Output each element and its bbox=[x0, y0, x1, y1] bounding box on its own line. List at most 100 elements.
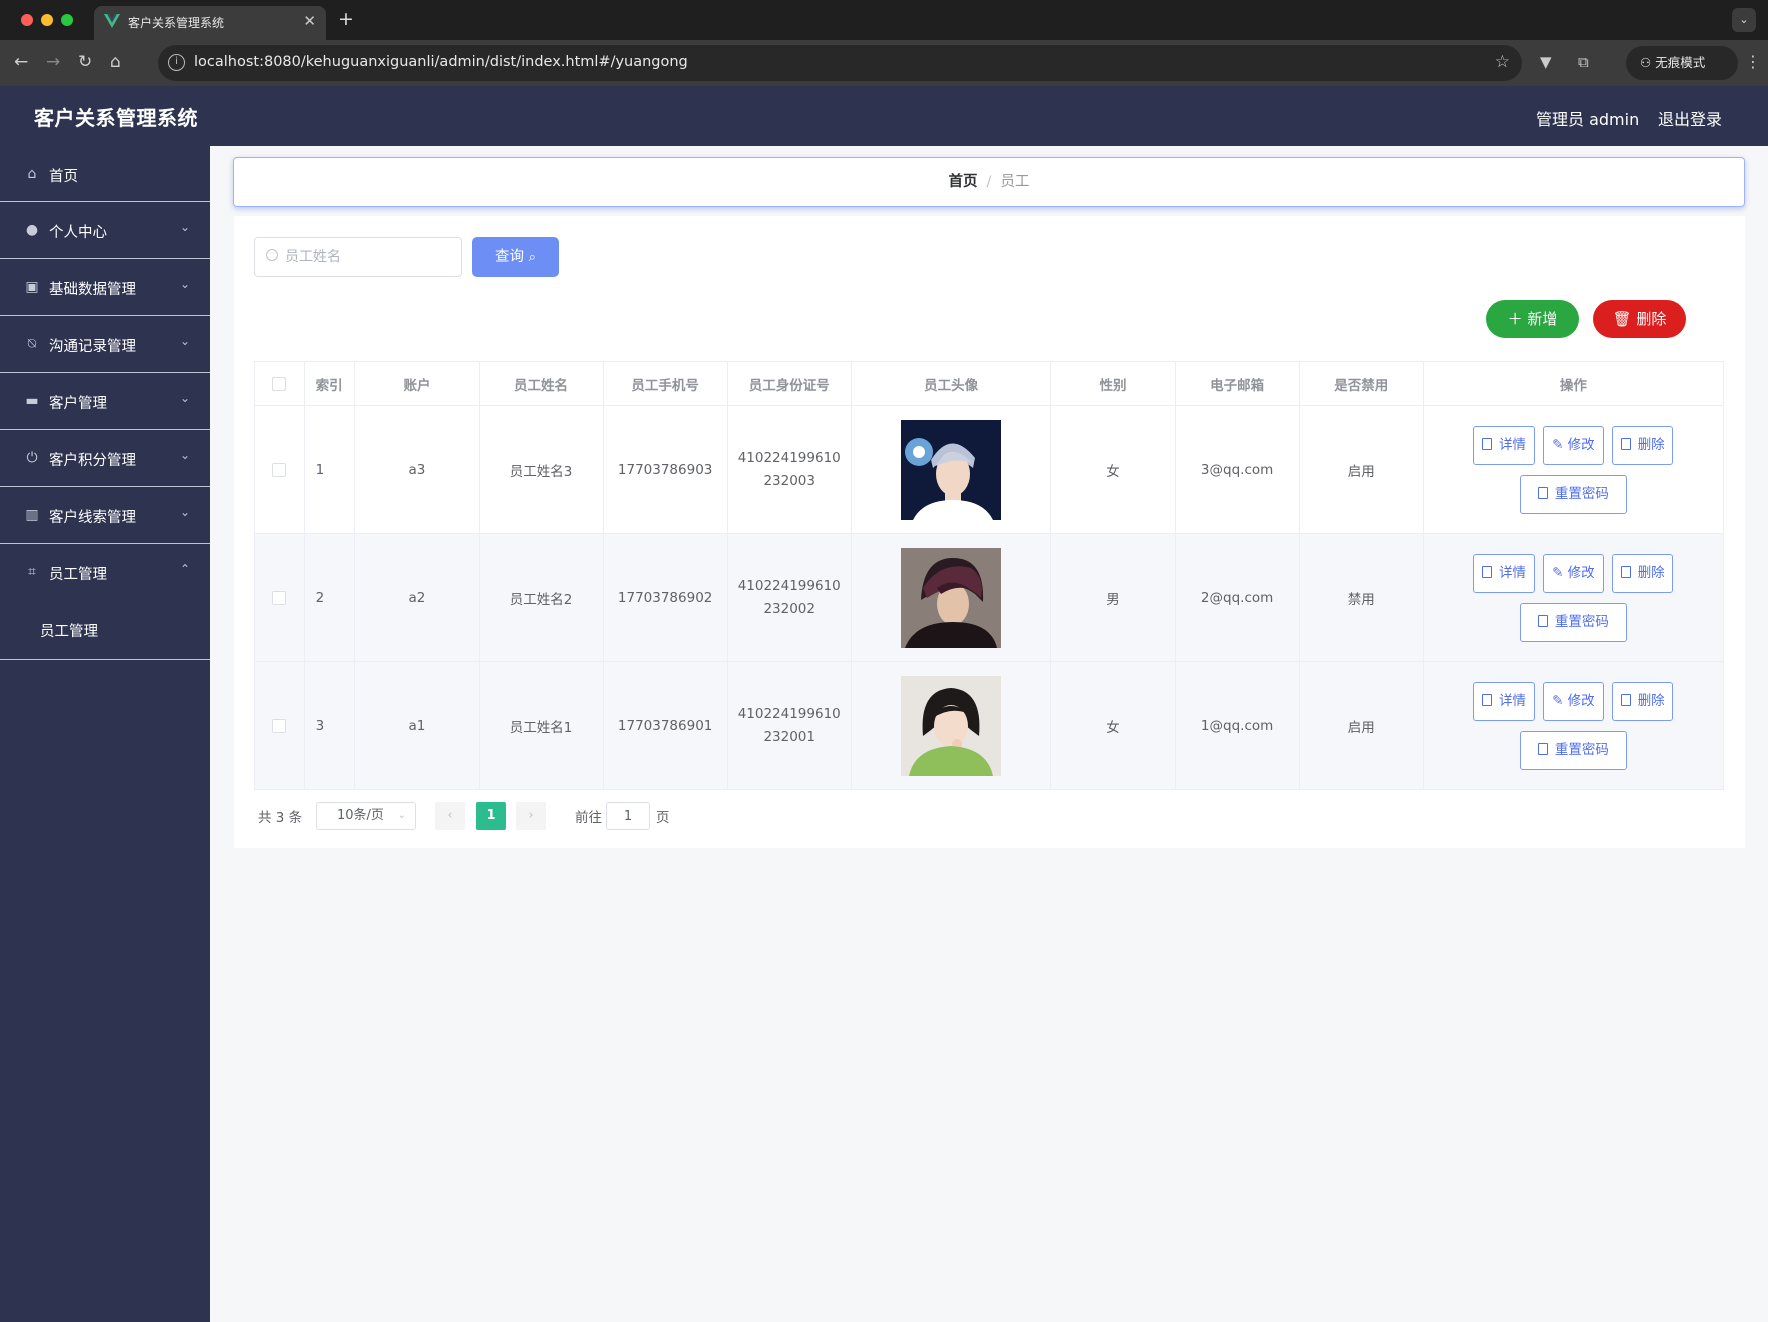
reset-password-button[interactable]: 重置密码 bbox=[1519, 474, 1627, 514]
tab-search-icon[interactable]: ⌄ bbox=[1732, 8, 1756, 32]
delete-button[interactable]: 删除 bbox=[1612, 553, 1674, 593]
sidebar-item-home[interactable]: ⌂ 首页 bbox=[0, 146, 210, 202]
staff-table: 索引 账户 员工姓名 员工手机号 员工身份证号 员工头像 性别 电子邮箱 是否禁… bbox=[254, 361, 1725, 790]
url-text[interactable]: localhost:8080/kehuguanxiguanli/admin/di… bbox=[194, 54, 688, 70]
site-info-icon[interactable]: i bbox=[168, 54, 185, 71]
sidebar-item-label: 首页 bbox=[49, 169, 78, 185]
delete-button[interactable]: 删除 bbox=[1612, 681, 1674, 721]
sidebar-item-profile[interactable]: ● 个人中心 ⌄ bbox=[0, 202, 210, 259]
edit-button[interactable]: ✎ 修改 bbox=[1542, 425, 1605, 465]
column-header: 员工手机号 bbox=[602, 361, 728, 406]
document-icon bbox=[1482, 565, 1493, 578]
detail-label: 详情 bbox=[1499, 436, 1527, 453]
home-button-icon[interactable]: ⌂ bbox=[110, 52, 121, 72]
page-size-select[interactable]: 10条/页 ⌄ bbox=[316, 802, 416, 830]
sidebar-item-label: 个人中心 bbox=[49, 225, 107, 241]
submenu-staff: 员工管理 bbox=[0, 601, 210, 660]
sidebar-item-points[interactable]: ⏻ 客户积分管理 ⌄ bbox=[0, 430, 210, 487]
search-field[interactable] bbox=[254, 237, 462, 277]
cell-account: a1 bbox=[354, 661, 480, 790]
table-row: 1 a3 员工姓名3 17703786903 41022419961023200… bbox=[254, 405, 1725, 534]
sidebar-item-label: 员工管理 bbox=[49, 567, 107, 583]
cell-gender: 男 bbox=[1050, 533, 1176, 662]
row-checkbox[interactable] bbox=[272, 462, 287, 477]
breadcrumb-home[interactable]: 首页 bbox=[949, 174, 978, 190]
search-input[interactable] bbox=[285, 238, 455, 276]
window-maximize-button[interactable] bbox=[61, 14, 73, 26]
column-header: 是否禁用 bbox=[1298, 361, 1424, 406]
detail-button[interactable]: 详情 bbox=[1473, 681, 1535, 721]
batch-delete-button[interactable]: 🗑 删除 bbox=[1593, 300, 1686, 338]
id-card-text: 410224199610232002 bbox=[737, 577, 841, 617]
cell-phone: 17703786901 bbox=[602, 661, 728, 790]
column-header: 账户 bbox=[354, 361, 480, 406]
goto-label: 前往 bbox=[575, 810, 602, 826]
cell-gender: 女 bbox=[1050, 405, 1176, 534]
vue-devtools-icon[interactable]: ▼ bbox=[1540, 53, 1552, 71]
add-button[interactable]: ＋ 新增 bbox=[1486, 300, 1579, 338]
window-close-button[interactable] bbox=[21, 14, 33, 26]
delete-button[interactable]: 删除 bbox=[1612, 425, 1674, 465]
detail-button[interactable]: 详情 bbox=[1473, 425, 1535, 465]
reset-password-label: 重置密码 bbox=[1554, 613, 1609, 630]
edit-button[interactable]: ✎ 修改 bbox=[1542, 681, 1605, 721]
sidebar-item-staff[interactable]: ⌗ 员工管理 ⌃ bbox=[0, 544, 210, 601]
next-page-button[interactable]: › bbox=[516, 802, 546, 830]
sidebar-item-base-data[interactable]: ▣ 基础数据管理 ⌄ bbox=[0, 259, 210, 316]
goto-page-suffix: 页 bbox=[656, 810, 670, 826]
sidebar-item-label: 基础数据管理 bbox=[49, 282, 136, 298]
goto-page-input[interactable] bbox=[606, 802, 650, 830]
monitor-icon: ▬ bbox=[25, 393, 39, 409]
tab-close-icon[interactable]: ✕ bbox=[303, 12, 316, 30]
logout-link[interactable]: 退出登录 bbox=[1658, 106, 1722, 130]
chevron-down-icon: ⌄ bbox=[180, 448, 191, 462]
avatar-image bbox=[901, 675, 1002, 776]
forward-icon[interactable]: → bbox=[46, 52, 60, 72]
bookmark-star-icon[interactable]: ☆ bbox=[1495, 52, 1510, 72]
pencil-icon: ✎ bbox=[1552, 564, 1568, 581]
document-icon bbox=[1537, 614, 1548, 627]
new-tab-icon[interactable]: + bbox=[338, 8, 354, 30]
page-number-button[interactable]: 1 bbox=[476, 802, 506, 830]
trash-icon: 🗑 bbox=[1612, 310, 1632, 328]
sidebar-item-label: 沟通记录管理 bbox=[49, 339, 136, 355]
power-icon: ⏻ bbox=[26, 450, 38, 466]
back-icon[interactable]: ← bbox=[14, 52, 28, 72]
detail-button[interactable]: 详情 bbox=[1473, 553, 1535, 593]
row-checkbox[interactable] bbox=[272, 718, 287, 733]
incognito-label: 无痕模式 bbox=[1655, 55, 1706, 70]
detail-label: 详情 bbox=[1499, 692, 1527, 709]
row-checkbox[interactable] bbox=[272, 590, 287, 605]
prev-page-button[interactable]: ‹ bbox=[435, 802, 465, 830]
reset-password-button[interactable]: 重置密码 bbox=[1519, 730, 1627, 770]
id-card-text: 410224199610232003 bbox=[737, 449, 841, 489]
avatar-image bbox=[901, 419, 1002, 520]
sidebar-item-leads[interactable]: ▥ 客户线索管理 ⌄ bbox=[0, 487, 210, 544]
table-header-row: 索引 账户 员工姓名 员工手机号 员工身份证号 员工头像 性别 电子邮箱 是否禁… bbox=[254, 361, 1725, 406]
chevron-right-icon: › bbox=[528, 808, 534, 823]
select-all-checkbox[interactable] bbox=[272, 376, 287, 391]
cell-phone: 17703786903 bbox=[602, 405, 728, 534]
app-header: 客户关系管理系统 管理员 admin 退出登录 bbox=[0, 86, 1768, 146]
cell-phone: 17703786902 bbox=[602, 533, 728, 662]
select-all-cell bbox=[254, 361, 305, 406]
browser-menu-icon[interactable]: ⋮ bbox=[1745, 52, 1761, 71]
sidebar-item-communication[interactable]: ⍉ 沟通记录管理 ⌄ bbox=[0, 316, 210, 373]
address-bar[interactable]: i localhost:8080/kehuguanxiguanli/admin/… bbox=[158, 45, 1522, 81]
query-button[interactable]: 查询 ⌕ bbox=[472, 237, 559, 277]
row-select-cell bbox=[254, 533, 305, 662]
extensions-icon[interactable]: ⧉ bbox=[1578, 53, 1589, 71]
row-select-cell bbox=[254, 405, 305, 534]
browser-tab[interactable]: 客户关系管理系统 ✕ bbox=[94, 6, 326, 40]
cell-id-card: 410224199610232003 bbox=[726, 405, 852, 534]
reset-password-label: 重置密码 bbox=[1554, 741, 1609, 758]
submenu-item-staff-manage[interactable]: 员工管理 bbox=[40, 620, 98, 641]
incognito-indicator[interactable]: ⚇ 无痕模式 bbox=[1626, 46, 1738, 80]
reload-icon[interactable]: ↻ bbox=[78, 52, 92, 72]
sidebar-item-customers[interactable]: ▬ 客户管理 ⌄ bbox=[0, 373, 210, 430]
edit-button[interactable]: ✎ 修改 bbox=[1542, 553, 1605, 593]
column-header: 电子邮箱 bbox=[1174, 361, 1300, 406]
window-minimize-button[interactable] bbox=[41, 14, 53, 26]
column-header: 员工姓名 bbox=[478, 361, 604, 406]
reset-password-button[interactable]: 重置密码 bbox=[1519, 602, 1627, 642]
